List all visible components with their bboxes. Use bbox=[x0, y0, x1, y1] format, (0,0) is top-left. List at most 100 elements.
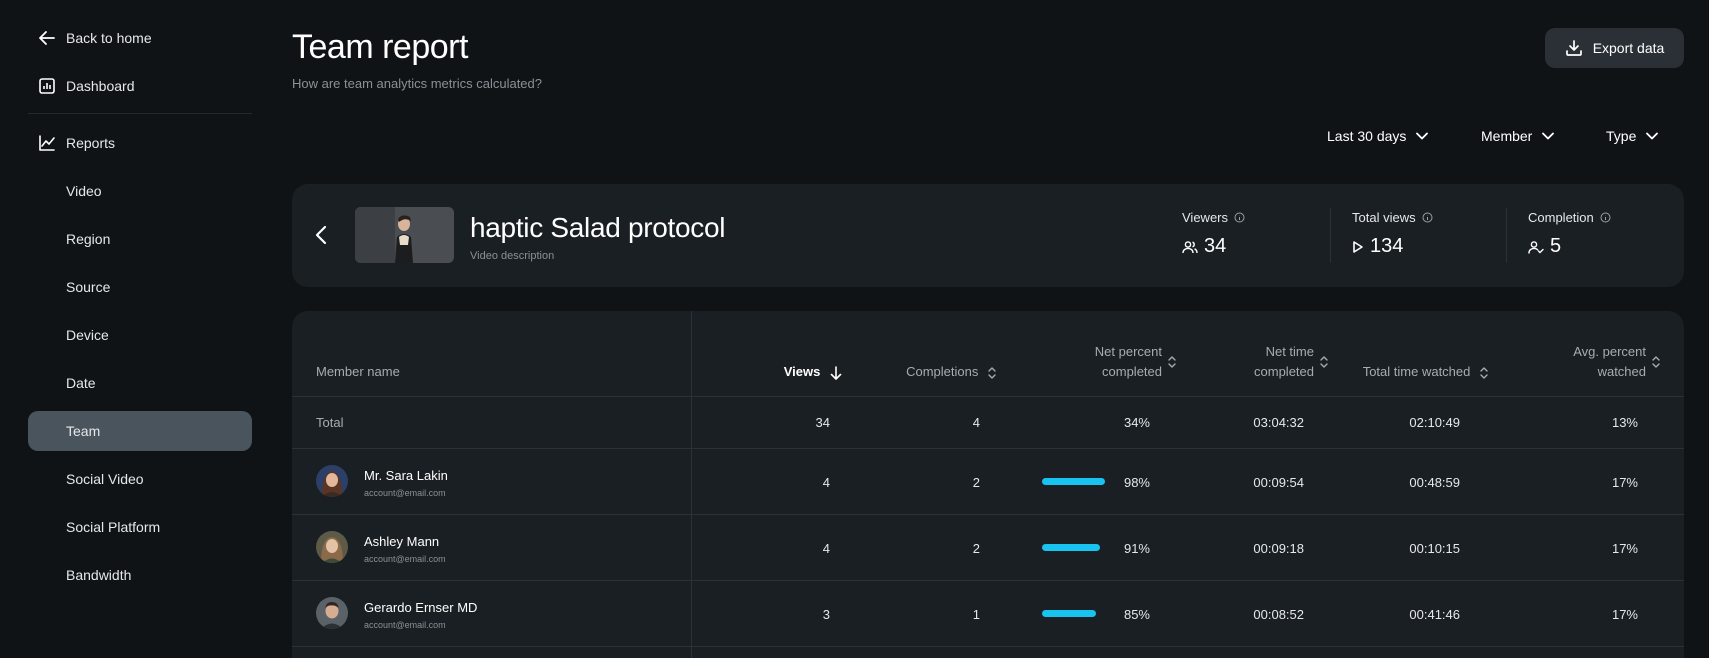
filter-member[interactable]: Member bbox=[1481, 128, 1555, 144]
nav-label: Team bbox=[66, 423, 101, 439]
cell-views: 4 bbox=[822, 541, 830, 556]
member-email: account@email.com bbox=[364, 620, 446, 630]
stat-label: Total views bbox=[1352, 210, 1416, 225]
header-label: Member name bbox=[316, 364, 400, 379]
sort-icon bbox=[1320, 356, 1328, 368]
sidebar-item-social-video[interactable]: Social Video bbox=[28, 459, 252, 499]
cell-completions: 2 bbox=[972, 475, 980, 490]
header-member-name[interactable]: Member name bbox=[316, 362, 400, 382]
nav-label: Social Video bbox=[66, 471, 144, 487]
header-label: Completions bbox=[906, 364, 979, 379]
member-email: account@email.com bbox=[364, 554, 446, 564]
sidebar-item-source[interactable]: Source bbox=[28, 267, 252, 307]
member-name: Mr. Sara Lakin bbox=[364, 468, 448, 483]
sidebar-item-bandwidth[interactable]: Bandwidth bbox=[28, 555, 252, 595]
nav-label: Bandwidth bbox=[66, 567, 132, 583]
column-divider bbox=[691, 311, 692, 658]
stat-divider bbox=[1330, 208, 1331, 263]
cell-net-percent: 98% bbox=[1123, 475, 1150, 490]
cell-net-percent: 34% bbox=[1123, 415, 1150, 430]
stat-viewers: Viewers 34 bbox=[1182, 210, 1245, 258]
export-label: Export data bbox=[1592, 40, 1665, 56]
arrow-left-icon bbox=[39, 31, 55, 45]
cell-avg-percent: 13% bbox=[1611, 415, 1638, 430]
nav-label: Social Platform bbox=[66, 519, 161, 535]
header-label: Views bbox=[783, 364, 821, 379]
cell-avg-percent: 17% bbox=[1611, 607, 1638, 622]
avatar-image bbox=[316, 597, 348, 629]
member-name: Ashley Mann bbox=[364, 534, 440, 549]
avatar bbox=[316, 531, 348, 563]
info-icon[interactable] bbox=[1600, 212, 1611, 223]
info-icon[interactable] bbox=[1234, 212, 1245, 223]
cell-net-time: 00:09:54 bbox=[1253, 475, 1304, 490]
users-icon bbox=[1182, 240, 1198, 253]
header-completions[interactable]: Completions bbox=[906, 362, 996, 382]
header-views[interactable]: Views bbox=[784, 362, 842, 382]
sort-icon bbox=[1480, 366, 1488, 379]
back-to-home-link[interactable]: Back to home bbox=[28, 18, 252, 58]
stat-label: Completion bbox=[1528, 210, 1594, 225]
cell-views: 34 bbox=[815, 415, 830, 430]
filter-date-range[interactable]: Last 30 days bbox=[1327, 128, 1429, 144]
sidebar-divider bbox=[28, 113, 252, 114]
net-percent-progress-bar bbox=[1042, 478, 1105, 485]
team-members-table: Member name Views Completions Net percen… bbox=[292, 311, 1684, 658]
header-label: completed bbox=[1254, 364, 1314, 379]
cell-net-time: 03:04:32 bbox=[1253, 415, 1304, 430]
header-avg-percent-watched[interactable]: Avg. percent watched bbox=[1573, 342, 1660, 382]
sidebar-item-social-platform[interactable]: Social Platform bbox=[28, 507, 252, 547]
play-icon bbox=[1353, 240, 1363, 253]
sort-icon bbox=[988, 366, 996, 379]
cell-total-time: 00:41:46 bbox=[1409, 607, 1460, 622]
cell-views: 4 bbox=[822, 475, 830, 490]
header-total-time-watched[interactable]: Total time watched bbox=[1363, 362, 1488, 382]
stat-completion: Completion 5 bbox=[1528, 210, 1611, 258]
stat-value: 134 bbox=[1370, 235, 1404, 257]
header-net-percent-completed[interactable]: Net percent completed bbox=[1095, 342, 1176, 382]
header-label: completed bbox=[1102, 364, 1162, 379]
chevron-left-icon[interactable] bbox=[314, 224, 328, 246]
sort-icon bbox=[1652, 356, 1660, 368]
video-thumbnail[interactable] bbox=[355, 207, 454, 263]
cell-views: 3 bbox=[822, 607, 830, 622]
sidebar-item-device[interactable]: Device bbox=[28, 315, 252, 355]
nav-label: Device bbox=[66, 327, 109, 343]
chevron-down-icon bbox=[1542, 132, 1555, 140]
video-description: Video description bbox=[470, 250, 555, 262]
cell-total-time: 02:10:49 bbox=[1409, 415, 1460, 430]
header-net-time-completed[interactable]: Net time completed bbox=[1254, 342, 1328, 382]
chart-line-icon bbox=[39, 135, 55, 151]
filter-label: Member bbox=[1481, 128, 1533, 144]
sidebar-item-team[interactable]: Team bbox=[28, 411, 252, 451]
export-data-button[interactable]: Export data bbox=[1545, 28, 1684, 68]
sidebar-item-dashboard[interactable]: Dashboard bbox=[28, 66, 252, 106]
cell-completions: 2 bbox=[972, 541, 980, 556]
nav-label: Dashboard bbox=[66, 78, 135, 94]
nav-label: Date bbox=[66, 375, 96, 391]
avatar bbox=[316, 465, 348, 497]
cell-avg-percent: 17% bbox=[1611, 475, 1638, 490]
metrics-help-link[interactable]: How are team analytics metrics calculate… bbox=[292, 76, 542, 91]
row-divider bbox=[292, 646, 1684, 647]
sidebar-item-reports[interactable]: Reports bbox=[28, 123, 252, 163]
net-percent-progress-bar bbox=[1042, 544, 1101, 551]
cell-net-time: 00:08:52 bbox=[1253, 607, 1304, 622]
sidebar-item-region[interactable]: Region bbox=[28, 219, 252, 259]
chevron-down-icon bbox=[1416, 132, 1429, 140]
filter-label: Last 30 days bbox=[1327, 128, 1407, 144]
filter-label: Type bbox=[1606, 128, 1637, 144]
sidebar-item-date[interactable]: Date bbox=[28, 363, 252, 403]
info-icon[interactable] bbox=[1422, 212, 1433, 223]
stat-divider bbox=[1506, 208, 1507, 263]
cell-avg-percent: 17% bbox=[1611, 541, 1638, 556]
chevron-down-icon bbox=[1646, 132, 1659, 140]
sidebar-item-video[interactable]: Video bbox=[28, 171, 252, 211]
person-thumbnail-image bbox=[355, 207, 454, 263]
filter-type[interactable]: Type bbox=[1606, 128, 1659, 144]
cell-total-time: 00:48:59 bbox=[1409, 475, 1460, 490]
stat-value: 34 bbox=[1204, 235, 1227, 257]
avatar-image bbox=[316, 531, 348, 563]
stat-value: 5 bbox=[1550, 235, 1562, 257]
nav-label: Video bbox=[66, 183, 102, 199]
